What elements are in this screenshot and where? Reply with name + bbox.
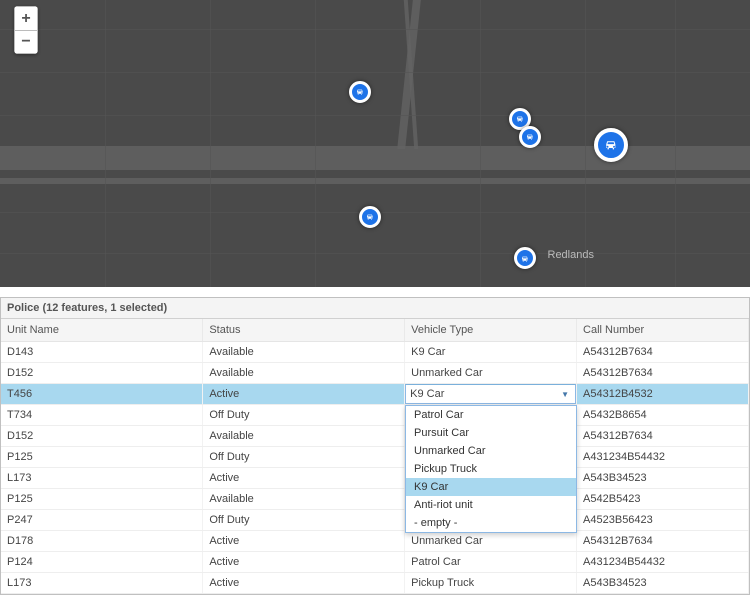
cell-call[interactable]: A431234B54432: [577, 552, 749, 573]
map-canvas[interactable]: + − Redlands: [0, 0, 750, 287]
dropdown-option[interactable]: Pursuit Car: [406, 424, 576, 442]
car-icon: [515, 114, 525, 124]
cell-unit[interactable]: P124: [1, 552, 203, 573]
zoom-out-button[interactable]: −: [14, 30, 38, 54]
cell-status[interactable]: Active: [203, 531, 405, 552]
car-icon: [603, 137, 619, 153]
police-table[interactable]: Unit Name Status Vehicle Type Call Numbe…: [1, 319, 749, 594]
map-basemap: [0, 0, 750, 287]
unit-marker[interactable]: [514, 247, 536, 269]
cell-unit[interactable]: P125: [1, 447, 203, 468]
cell-status[interactable]: Available: [203, 342, 405, 363]
cell-call[interactable]: A54312B7634: [577, 531, 749, 552]
car-icon: [355, 87, 365, 97]
zoom-controls: + −: [14, 6, 38, 54]
unit-marker[interactable]: [594, 128, 628, 162]
table-row[interactable]: P124ActivePatrol CarA431234B54432: [1, 552, 749, 573]
dropdown-option[interactable]: - empty -: [406, 514, 576, 532]
cell-status[interactable]: Available: [203, 363, 405, 384]
cell-call[interactable]: A54312B7634: [577, 342, 749, 363]
vehicle-type-dropdown[interactable]: Patrol CarPursuit CarUnmarked CarPickup …: [405, 405, 577, 533]
column-header-unit[interactable]: Unit Name: [1, 319, 203, 342]
cell-call[interactable]: A542B5423: [577, 489, 749, 510]
cell-status[interactable]: Active: [203, 573, 405, 594]
cell-status[interactable]: Active: [203, 552, 405, 573]
table-caption: Police (12 features, 1 selected): [1, 298, 749, 319]
table-row[interactable]: P125Available A542B5423: [1, 489, 749, 510]
cell-unit[interactable]: P125: [1, 489, 203, 510]
cell-unit[interactable]: D152: [1, 363, 203, 384]
cell-unit[interactable]: L173: [1, 468, 203, 489]
cell-status[interactable]: Off Duty: [203, 405, 405, 426]
zoom-in-button[interactable]: +: [14, 6, 38, 30]
cell-unit[interactable]: D143: [1, 342, 203, 363]
table-panel: Police (12 features, 1 selected) Unit Na…: [0, 297, 750, 595]
car-icon: [365, 212, 375, 222]
table-row[interactable]: D152AvailableUnmarked CarA54312B7634: [1, 363, 749, 384]
cell-unit[interactable]: D152: [1, 426, 203, 447]
dropdown-option[interactable]: K9 Car: [406, 478, 576, 496]
dropdown-option[interactable]: Patrol Car: [406, 406, 576, 424]
cell-vehicle[interactable]: Patrol Car: [405, 552, 577, 573]
cell-call[interactable]: A5432B8654: [577, 405, 749, 426]
table-row[interactable]: T456Active K9 Car ▼ A54312B4532: [1, 384, 749, 405]
cell-vehicle[interactable]: K9 Car: [405, 342, 577, 363]
cell-status[interactable]: Active: [203, 468, 405, 489]
table-row[interactable]: T734Off Duty A5432B8654: [1, 405, 749, 426]
column-header-status[interactable]: Status: [203, 319, 405, 342]
table-row[interactable]: D143AvailableK9 CarA54312B7634: [1, 342, 749, 363]
cell-status[interactable]: Off Duty: [203, 447, 405, 468]
car-icon: [525, 132, 535, 142]
table-row[interactable]: P247Off Duty A4523B56423: [1, 510, 749, 531]
cell-vehicle[interactable]: K9 Car ▼: [405, 384, 577, 405]
cell-unit[interactable]: T456: [1, 384, 203, 405]
unit-marker[interactable]: [349, 81, 371, 103]
car-icon: [520, 254, 530, 264]
dropdown-option[interactable]: Anti-riot unit: [406, 496, 576, 514]
cell-call[interactable]: A54312B7634: [577, 426, 749, 447]
cell-unit[interactable]: D178: [1, 531, 203, 552]
cell-status[interactable]: Active: [203, 384, 405, 405]
cell-status[interactable]: Available: [203, 489, 405, 510]
cell-call[interactable]: A4523B56423: [577, 510, 749, 531]
column-header-call[interactable]: Call Number: [577, 319, 749, 342]
column-header-vehicle[interactable]: Vehicle Type: [405, 319, 577, 342]
table-row[interactable]: L173Active A543B34523: [1, 468, 749, 489]
table-row[interactable]: P125Off Duty A431234B54432: [1, 447, 749, 468]
cell-vehicle[interactable]: Unmarked Car: [405, 531, 577, 552]
map-place-label: Redlands: [548, 249, 594, 261]
cell-call[interactable]: A543B34523: [577, 573, 749, 594]
dropdown-option[interactable]: Pickup Truck: [406, 460, 576, 478]
cell-call[interactable]: A54312B7634: [577, 363, 749, 384]
cell-vehicle[interactable]: Unmarked Car: [405, 363, 577, 384]
chevron-down-icon: ▼: [559, 388, 571, 400]
select-value: K9 Car: [410, 388, 444, 400]
dropdown-option[interactable]: Unmarked Car: [406, 442, 576, 460]
cell-unit[interactable]: L173: [1, 573, 203, 594]
cell-unit[interactable]: T734: [1, 405, 203, 426]
unit-marker[interactable]: [359, 206, 381, 228]
cell-call[interactable]: A543B34523: [577, 468, 749, 489]
cell-call[interactable]: A431234B54432: [577, 447, 749, 468]
table-row[interactable]: D152Available A54312B7634: [1, 426, 749, 447]
unit-marker[interactable]: [519, 126, 541, 148]
cell-vehicle[interactable]: Pickup Truck: [405, 573, 577, 594]
vehicle-type-select[interactable]: K9 Car ▼: [405, 384, 576, 404]
cell-call[interactable]: A54312B4532: [577, 384, 749, 405]
table-row[interactable]: L173ActivePickup TruckA543B34523: [1, 573, 749, 594]
cell-status[interactable]: Off Duty: [203, 510, 405, 531]
cell-unit[interactable]: P247: [1, 510, 203, 531]
cell-status[interactable]: Available: [203, 426, 405, 447]
table-row[interactable]: D178ActiveUnmarked CarA54312B7634: [1, 531, 749, 552]
